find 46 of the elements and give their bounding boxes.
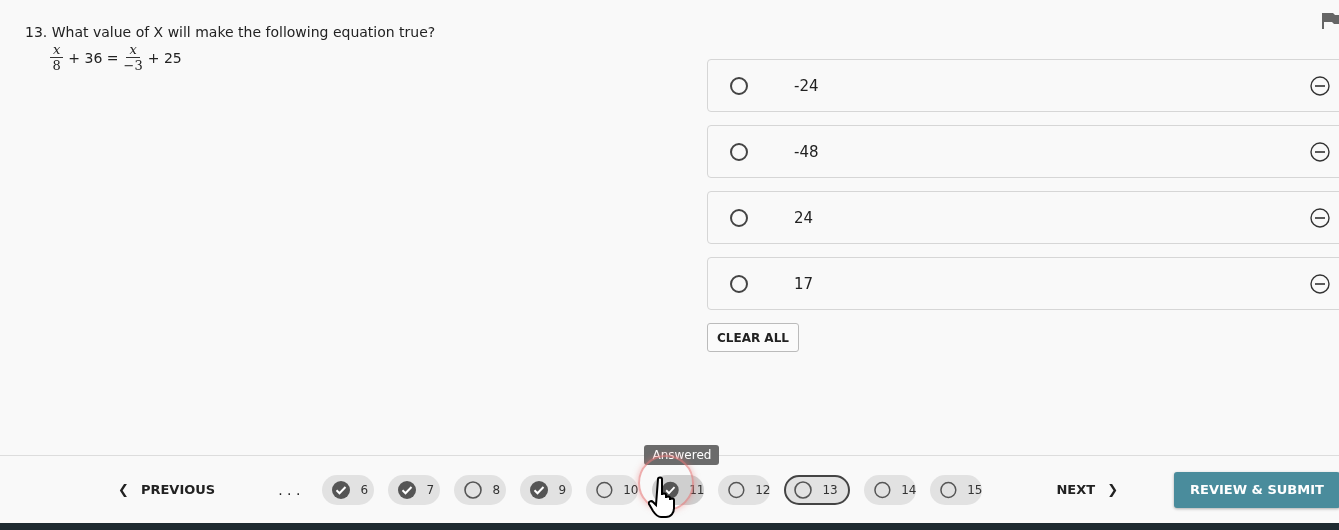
equation-text: + 36 =: [68, 49, 119, 66]
radio-button[interactable]: [730, 76, 748, 95]
answer-option[interactable]: 17: [707, 257, 1339, 310]
question-pill[interactable]: 6: [322, 474, 375, 505]
question-pill[interactable]: 7: [388, 474, 441, 505]
radio-button[interactable]: [730, 274, 748, 293]
check-circle-icon: [398, 480, 417, 499]
strikeout-icon[interactable]: [1310, 273, 1330, 294]
radio-button[interactable]: [730, 208, 748, 227]
strikeout-icon[interactable]: [1310, 75, 1330, 96]
equation-text: + 25: [147, 49, 182, 66]
previous-button[interactable]: ❮ PREVIOUS: [118, 482, 216, 497]
option-label: 17: [794, 274, 815, 293]
next-button[interactable]: NEXT ❯: [1056, 482, 1119, 497]
circle-icon: [728, 480, 746, 499]
circle-icon: [596, 480, 614, 499]
circle-icon: [874, 480, 892, 499]
answer-option[interactable]: -24: [707, 59, 1339, 112]
fraction: x −3: [123, 42, 143, 73]
question-pill[interactable]: 9: [520, 474, 573, 505]
question-pill[interactable]: 12: [718, 474, 771, 505]
question-pill[interactable]: 15: [930, 474, 983, 505]
flag-icon[interactable]: [1322, 12, 1339, 29]
circle-icon: [464, 480, 483, 499]
question-pill[interactable]: 8: [454, 474, 507, 505]
tooltip: Answered: [644, 444, 720, 465]
question-pill[interactable]: 13: [784, 474, 851, 505]
circle-icon: [794, 480, 813, 499]
check-circle-icon: [530, 480, 549, 499]
question-pill[interactable]: 14: [864, 474, 917, 505]
review-submit-button[interactable]: REVIEW & SUBMIT: [1174, 471, 1339, 508]
option-label: -48: [794, 142, 820, 161]
fraction: x 8: [50, 42, 64, 73]
clear-all-button[interactable]: CLEAR ALL: [707, 323, 799, 352]
strikeout-icon[interactable]: [1310, 207, 1330, 228]
question-pill[interactable]: 10: [586, 474, 639, 505]
check-circle-icon: [332, 480, 351, 499]
option-label: -24: [794, 76, 820, 95]
question-text: 13. What value of X will make the following equation true?: [25, 24, 437, 40]
ellipsis: . . .: [278, 481, 301, 498]
answer-option[interactable]: 24: [707, 191, 1339, 244]
radio-button[interactable]: [730, 142, 748, 161]
answer-option[interactable]: -48: [707, 125, 1339, 178]
option-label: 24: [794, 208, 815, 227]
circle-icon: [940, 480, 958, 499]
strikeout-icon[interactable]: [1310, 141, 1330, 162]
